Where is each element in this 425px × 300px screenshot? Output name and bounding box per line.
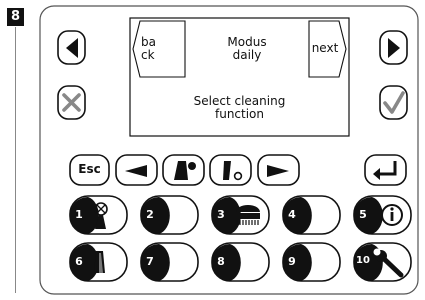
lcd-back-label[interactable]: ba ck xyxy=(141,36,171,62)
function-button-number: 2 xyxy=(146,208,154,221)
enter-key[interactable] xyxy=(364,154,407,186)
function-button-number: 1 xyxy=(75,208,83,221)
esc-key-label: Esc xyxy=(78,162,101,176)
function-button-number: 5 xyxy=(359,208,367,221)
lcd-mode-value: daily xyxy=(232,48,262,62)
right-arrow-button[interactable] xyxy=(379,30,408,65)
lcd-back-label-line2: ck xyxy=(141,48,155,62)
function-button-number: 7 xyxy=(146,255,154,268)
squeegee-lower-key[interactable] xyxy=(209,154,252,186)
function-button-number: 8 xyxy=(217,255,225,268)
function-button-number: 10 xyxy=(356,255,370,266)
lcd-message-line2: function xyxy=(214,107,265,121)
decrease-key[interactable] xyxy=(115,154,158,186)
control-panel-diagram: 8 ba ck next Modus daily Select cleaning… xyxy=(0,0,425,300)
function-button-number: 3 xyxy=(217,208,225,221)
function-button-number: 6 xyxy=(75,255,83,268)
lcd-next-label[interactable]: next xyxy=(309,42,341,55)
brush-pressure-key[interactable] xyxy=(162,154,205,186)
left-arrow-button[interactable] xyxy=(57,30,86,65)
confirm-button[interactable] xyxy=(379,85,408,120)
cancel-button[interactable] xyxy=(57,85,86,120)
function-button-number: 9 xyxy=(288,255,296,268)
function-button-number: 4 xyxy=(288,208,296,221)
increase-key[interactable] xyxy=(257,154,300,186)
